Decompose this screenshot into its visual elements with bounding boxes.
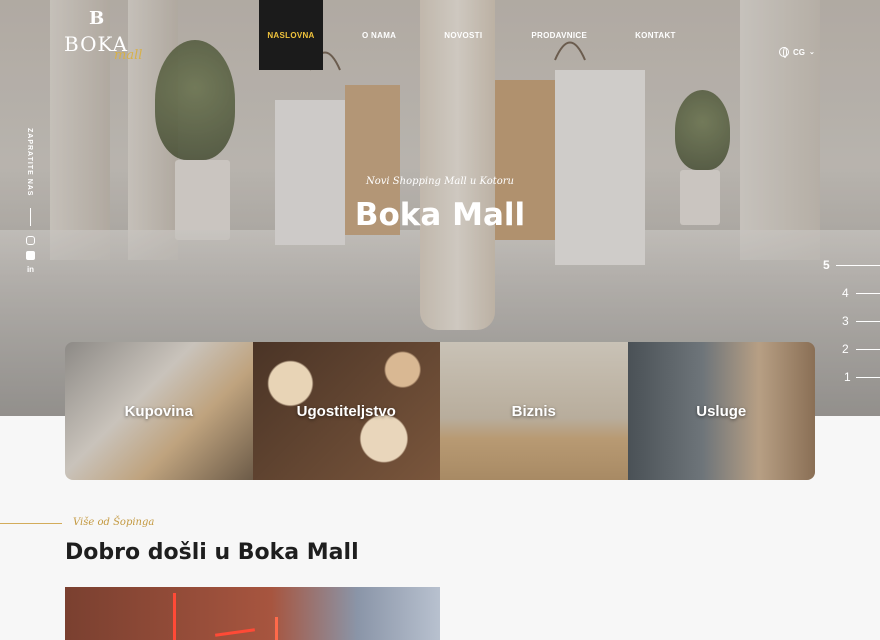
category-card-biznis[interactable]: Biznis	[440, 342, 628, 480]
nav-novosti[interactable]: NOVOSTI	[444, 31, 482, 40]
slide-indicator[interactable]: 4	[820, 286, 880, 314]
welcome-title: Dobro došli u Boka Mall	[65, 540, 359, 565]
nav-o-nama[interactable]: O NAMA	[362, 31, 396, 40]
slide-indicator[interactable]: 3	[820, 314, 880, 342]
nav-prodavnice[interactable]: PRODAVNICE	[531, 31, 587, 40]
category-label: Usluge	[696, 402, 747, 420]
kicker-line	[0, 523, 62, 524]
category-cards: Kupovina Ugostiteljstvo Biznis Usluge	[65, 342, 815, 480]
main-nav: NASLOVNA O NAMA NOVOSTI PRODAVNICE KONTA…	[259, 0, 676, 70]
linkedin-icon[interactable]: in	[26, 266, 35, 275]
nav-kontakt[interactable]: KONTAKT	[635, 31, 676, 40]
category-label: Kupovina	[124, 402, 193, 420]
language-code: CG	[793, 47, 805, 57]
category-label: Ugostiteljstvo	[296, 402, 396, 420]
hero-subtitle: Novi Shopping Mall u Kotoru	[365, 176, 514, 187]
instagram-icon[interactable]	[26, 236, 35, 246]
slide-indicator[interactable]: 2	[820, 342, 880, 370]
slide-indicator[interactable]: 1	[820, 370, 880, 398]
nav-naslovna[interactable]: NASLOVNA	[259, 0, 323, 70]
logo-mark: B	[89, 8, 105, 29]
category-card-kupovina[interactable]: Kupovina	[65, 342, 253, 480]
hero-title: Boka Mall	[354, 197, 526, 233]
welcome-kicker: Više od Šopinga	[73, 517, 155, 528]
chevron-down-icon: ⌄	[809, 49, 815, 56]
category-card-ugostiteljstvo[interactable]: Ugostiteljstvo	[252, 342, 440, 480]
category-card-usluge[interactable]: Usluge	[627, 342, 815, 480]
language-switcher[interactable]: CG ⌄	[779, 47, 815, 58]
facebook-icon[interactable]	[26, 251, 35, 261]
hero-text: Novi Shopping Mall u Kotoru Boka Mall	[0, 176, 880, 233]
slide-pager: 5 4 3 2 1	[820, 258, 880, 398]
slide-indicator[interactable]: 5	[820, 258, 880, 286]
boka-mall-logo[interactable]: B BOKA mall	[64, 8, 154, 66]
globe-icon	[779, 47, 789, 58]
mall-building-image	[65, 587, 440, 640]
category-label: Biznis	[511, 402, 556, 420]
logo-sub: mall	[114, 48, 143, 63]
